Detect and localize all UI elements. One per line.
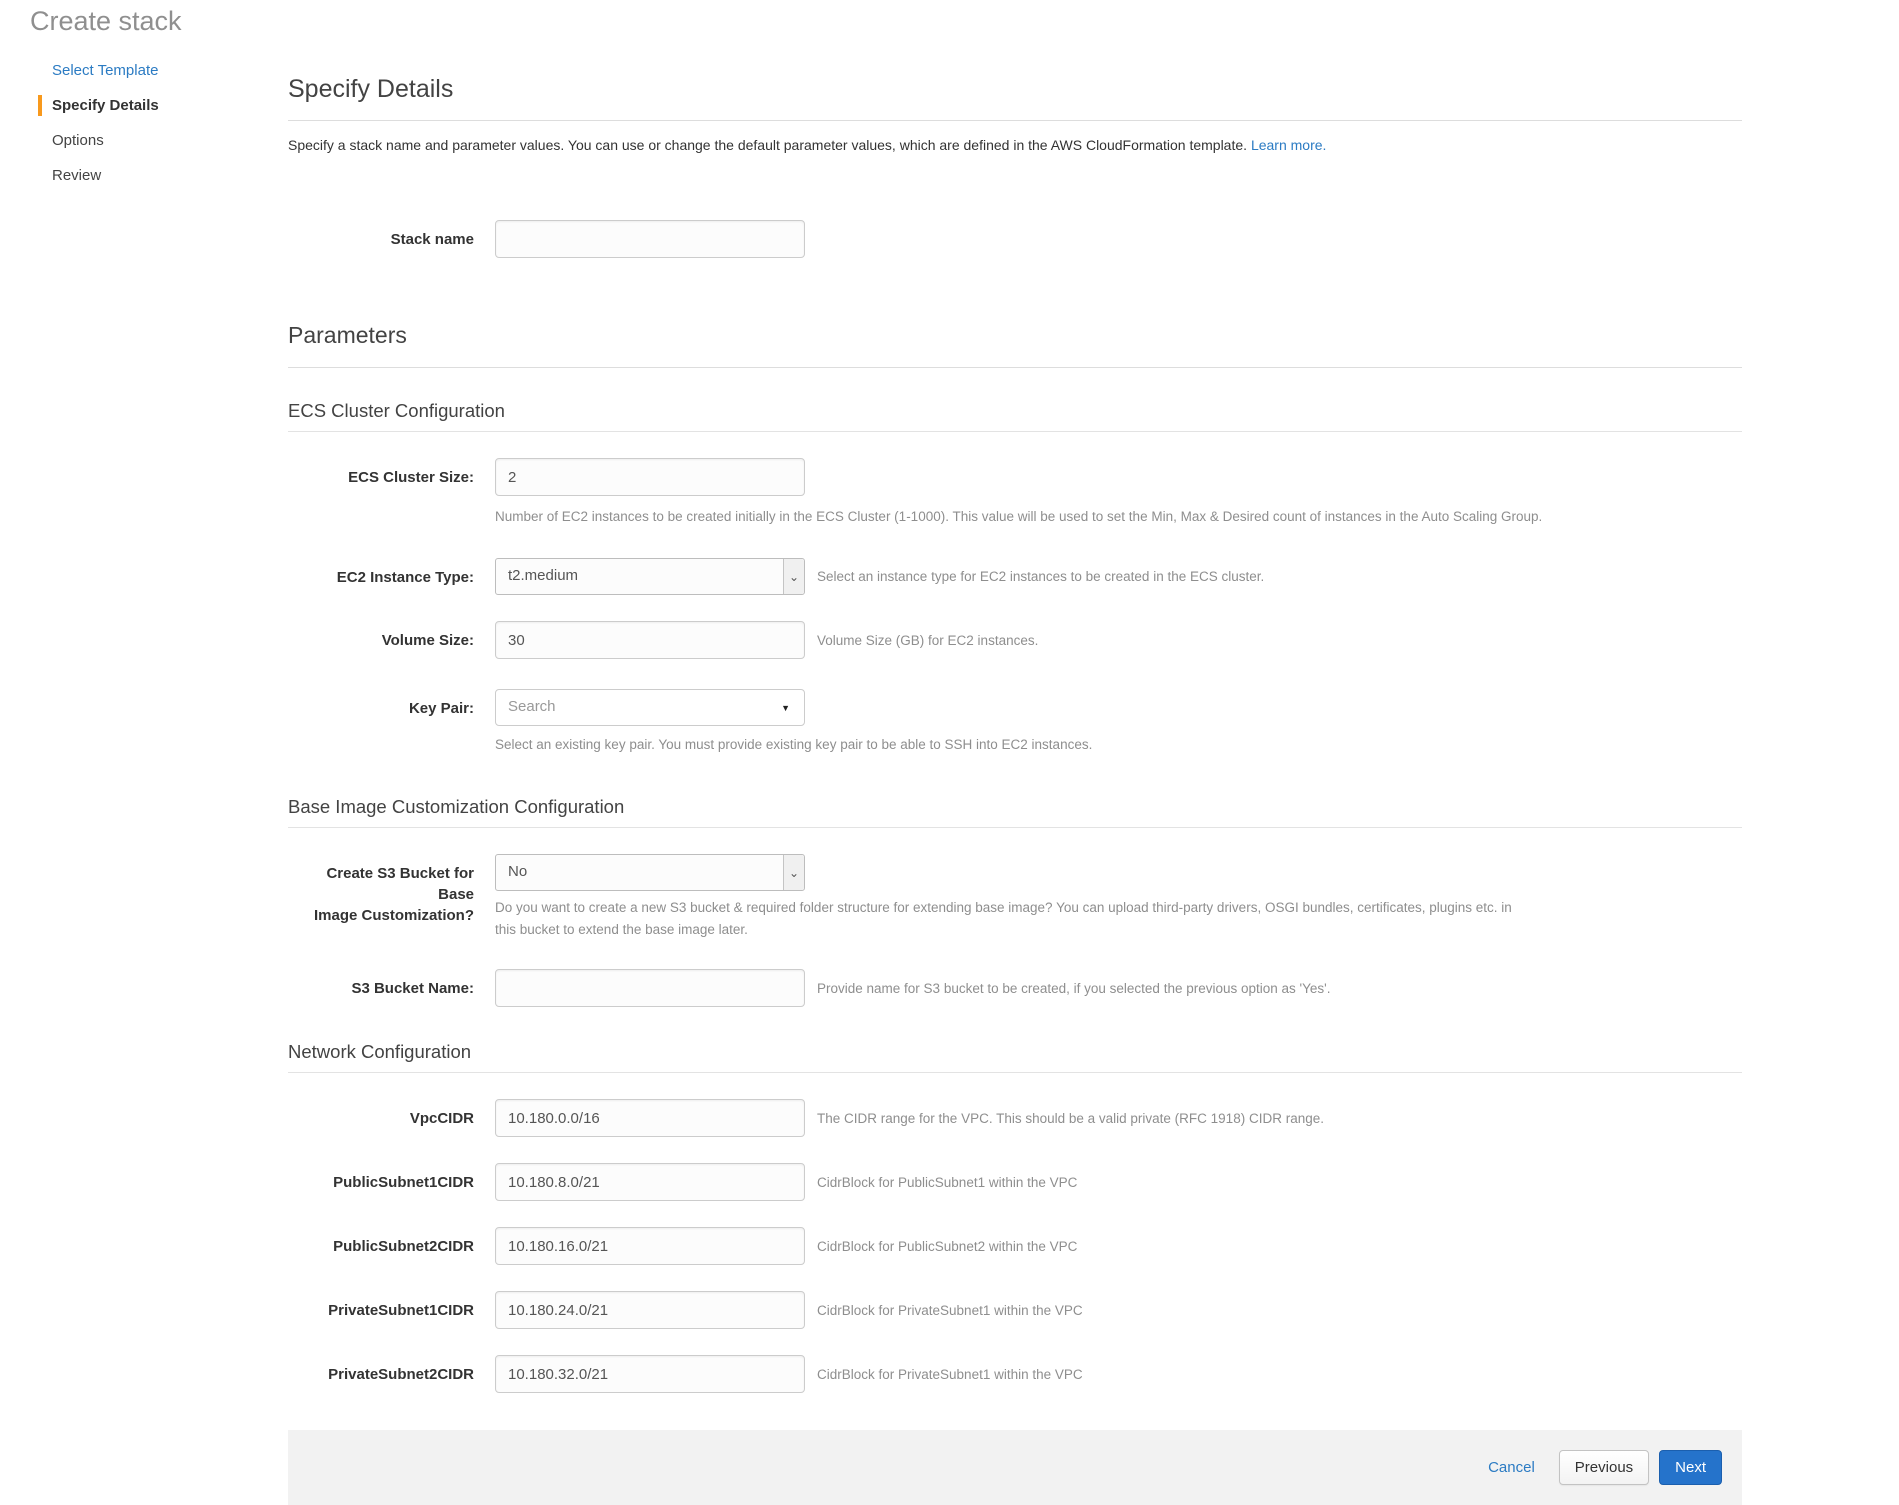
public-subnet1-cidr-input[interactable] (495, 1163, 805, 1201)
page-title: Create stack (30, 6, 182, 37)
s3-bucket-name-input[interactable] (495, 969, 805, 1007)
wizard-step-nav: Select Template Specify Details Options … (38, 60, 268, 200)
public-subnet1-cidr-row: PublicSubnet1CIDR CidrBlock for PublicSu… (288, 1163, 1742, 1201)
stack-name-input[interactable] (495, 220, 805, 258)
step-description-text: Specify a stack name and parameter value… (288, 137, 1247, 153)
volume-size-label: Volume Size: (288, 621, 474, 659)
ec2-instance-type-value: t2.medium (508, 567, 578, 584)
private-subnet2-cidr-row: PrivateSubnet2CIDR CidrBlock for Private… (288, 1355, 1742, 1393)
volume-size-row: Volume Size: Volume Size (GB) for EC2 in… (288, 621, 1742, 659)
nav-item-specify-details: Specify Details (38, 95, 268, 116)
nav-item-select-template[interactable]: Select Template (38, 60, 268, 81)
caret-down-icon: ▼ (781, 703, 790, 713)
ec2-instance-type-row: EC2 Instance Type: t2.medium ⌄ Select an… (288, 558, 1742, 595)
chevron-down-icon: ⌄ (783, 559, 804, 594)
create-s3-bucket-label-line2: Image Customization? (288, 905, 474, 926)
ecs-cluster-size-label: ECS Cluster Size: (288, 458, 474, 528)
s3-bucket-name-label: S3 Bucket Name: (288, 969, 474, 1007)
volume-size-help: Volume Size (GB) for EC2 instances. (817, 633, 1038, 648)
key-pair-help: Select an existing key pair. You must pr… (495, 734, 1742, 756)
ecs-section-title: ECS Cluster Configuration (288, 400, 1742, 432)
network-section-title: Network Configuration (288, 1041, 1742, 1073)
learn-more-link[interactable]: Learn more. (1251, 137, 1326, 153)
ecs-cluster-size-row: ECS Cluster Size: Number of EC2 instance… (288, 458, 1742, 528)
wizard-footer: Cancel Previous Next (288, 1430, 1742, 1505)
ec2-instance-type-label: EC2 Instance Type: (288, 558, 474, 595)
cancel-link[interactable]: Cancel (1488, 1459, 1535, 1476)
parameters-title: Parameters (288, 322, 1742, 368)
vpc-cidr-input[interactable] (495, 1099, 805, 1137)
public-subnet2-cidr-label: PublicSubnet2CIDR (288, 1227, 474, 1265)
ec2-instance-type-select[interactable]: t2.medium ⌄ (495, 558, 805, 595)
public-subnet1-cidr-label: PublicSubnet1CIDR (288, 1163, 474, 1201)
private-subnet1-cidr-help: CidrBlock for PrivateSubnet1 within the … (817, 1303, 1083, 1318)
create-s3-bucket-label: Create S3 Bucket for Base Image Customiz… (288, 854, 474, 941)
create-s3-bucket-value: No (508, 863, 527, 880)
volume-size-input[interactable] (495, 621, 805, 659)
ec2-instance-type-help: Select an instance type for EC2 instance… (817, 569, 1264, 584)
create-s3-bucket-help: Do you want to create a new S3 bucket & … (495, 897, 1520, 941)
private-subnet1-cidr-label: PrivateSubnet1CIDR (288, 1291, 474, 1329)
ecs-cluster-size-help: Number of EC2 instances to be created in… (495, 506, 1742, 528)
stack-name-row: Stack name (288, 220, 1742, 258)
create-s3-bucket-row: Create S3 Bucket for Base Image Customiz… (288, 854, 1742, 941)
previous-button[interactable]: Previous (1559, 1450, 1649, 1485)
s3-bucket-name-help: Provide name for S3 bucket to be created… (817, 981, 1330, 996)
nav-item-review: Review (38, 165, 268, 186)
vpc-cidr-help: The CIDR range for the VPC. This should … (817, 1111, 1324, 1126)
key-pair-row: Key Pair: Search ▼ Select an existing ke… (288, 689, 1742, 756)
next-button[interactable]: Next (1659, 1450, 1722, 1485)
private-subnet1-cidr-input[interactable] (495, 1291, 805, 1329)
private-subnet2-cidr-label: PrivateSubnet2CIDR (288, 1355, 474, 1393)
main-content: Specify Details Specify a stack name and… (288, 55, 1742, 1393)
s3-bucket-name-row: S3 Bucket Name: Provide name for S3 buck… (288, 969, 1742, 1007)
step-title: Specify Details (288, 75, 1742, 121)
vpc-cidr-row: VpcCIDR The CIDR range for the VPC. This… (288, 1099, 1742, 1137)
key-pair-label: Key Pair: (288, 689, 474, 756)
public-subnet2-cidr-input[interactable] (495, 1227, 805, 1265)
public-subnet2-cidr-help: CidrBlock for PublicSubnet2 within the V… (817, 1239, 1077, 1254)
create-s3-bucket-select[interactable]: No ⌄ (495, 854, 805, 891)
key-pair-combobox[interactable]: Search ▼ (495, 689, 805, 726)
private-subnet2-cidr-input[interactable] (495, 1355, 805, 1393)
nav-item-options: Options (38, 130, 268, 151)
public-subnet1-cidr-help: CidrBlock for PublicSubnet1 within the V… (817, 1175, 1077, 1190)
step-description: Specify a stack name and parameter value… (288, 137, 1742, 153)
chevron-down-icon: ⌄ (783, 855, 804, 890)
key-pair-placeholder: Search (508, 698, 556, 715)
stack-name-label: Stack name (288, 220, 474, 258)
private-subnet1-cidr-row: PrivateSubnet1CIDR CidrBlock for Private… (288, 1291, 1742, 1329)
ecs-cluster-size-input[interactable] (495, 458, 805, 496)
create-s3-bucket-label-line1: Create S3 Bucket for Base (288, 863, 474, 905)
base-image-section-title: Base Image Customization Configuration (288, 796, 1742, 828)
public-subnet2-cidr-row: PublicSubnet2CIDR CidrBlock for PublicSu… (288, 1227, 1742, 1265)
vpc-cidr-label: VpcCIDR (288, 1099, 474, 1137)
private-subnet2-cidr-help: CidrBlock for PrivateSubnet1 within the … (817, 1367, 1083, 1382)
